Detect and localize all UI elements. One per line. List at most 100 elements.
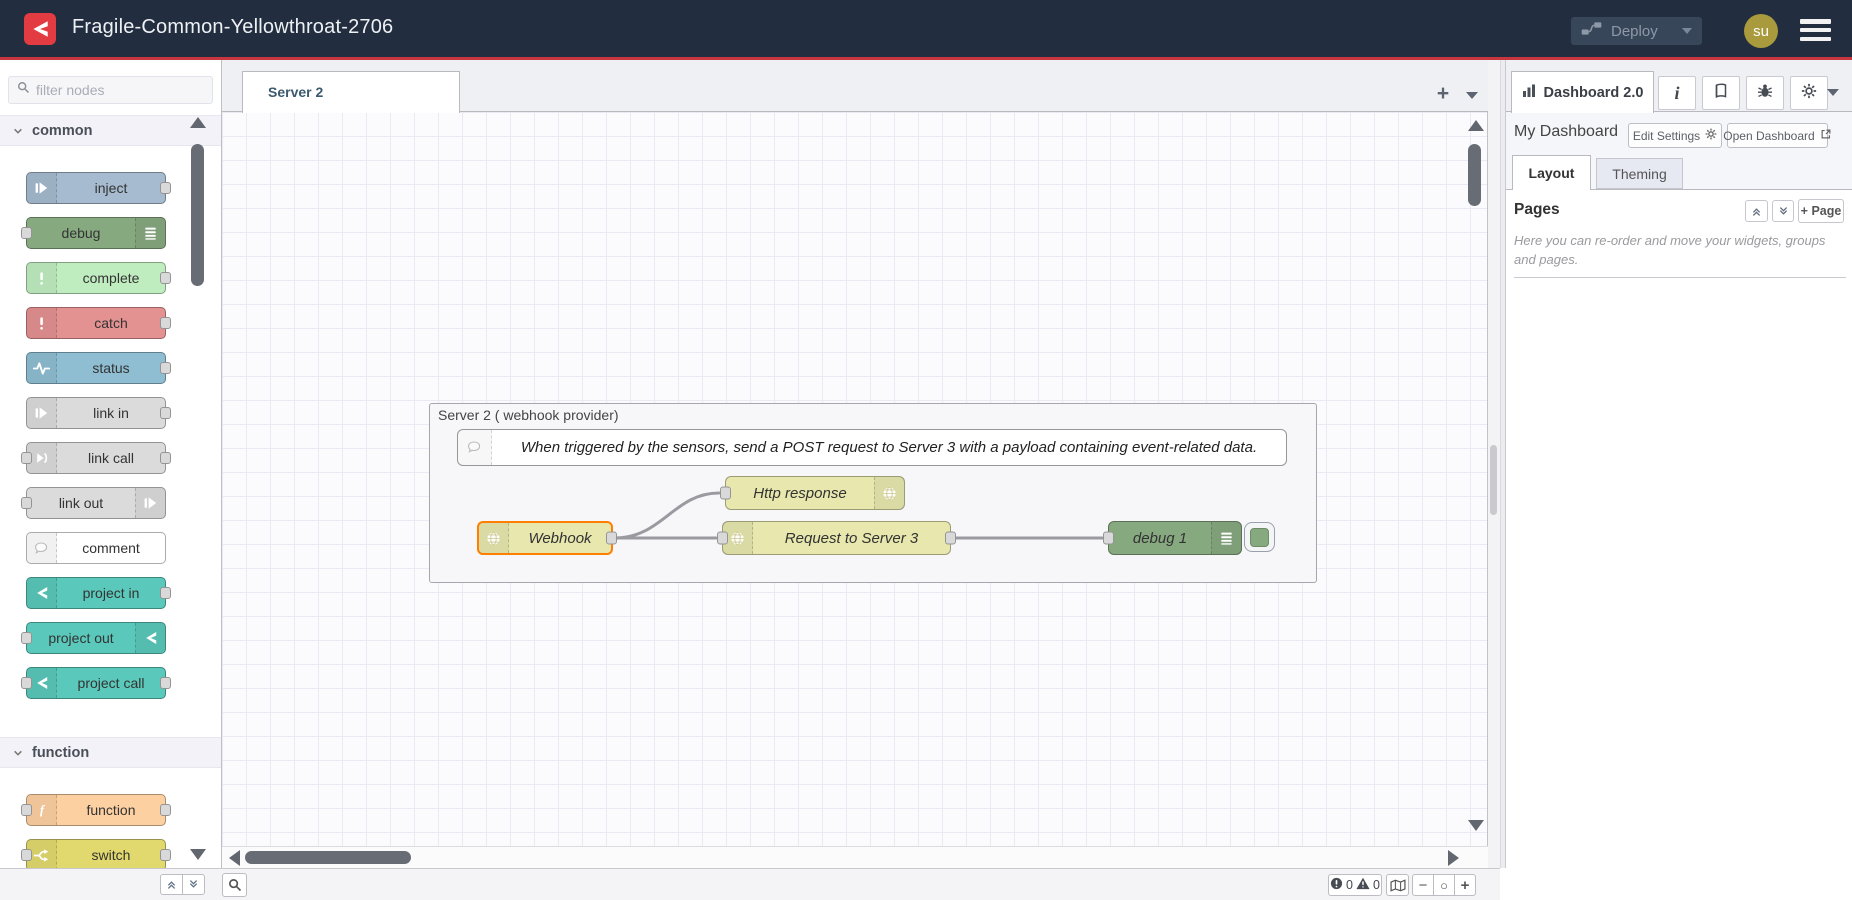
palette-node-label: link in (57, 398, 165, 428)
palette-node-label: link out (27, 488, 135, 518)
palette-node-project-out[interactable]: project out (26, 622, 166, 654)
palette-scroll-up-icon[interactable] (190, 117, 206, 128)
project-icon (135, 623, 165, 653)
palette-node-function[interactable]: ffunction (26, 794, 166, 826)
palette-node-project-in[interactable]: project in (26, 577, 166, 609)
sidebar-tab-info[interactable]: i (1658, 76, 1696, 110)
debug-enable-toggle[interactable] (1244, 522, 1275, 552)
move-page-down-button[interactable] (1772, 200, 1794, 222)
palette-node-status[interactable]: status (26, 352, 166, 384)
sidebar-tab-help[interactable] (1702, 76, 1740, 110)
sidebar-tab-config[interactable] (1790, 76, 1828, 110)
node-port (21, 804, 32, 816)
open-dashboard-button[interactable]: Open Dashboard (1727, 123, 1828, 148)
palette-node-link-in[interactable]: link in (26, 397, 166, 429)
tab-theming[interactable]: Theming (1596, 158, 1683, 189)
search-flows-button[interactable] (222, 873, 247, 897)
palette-node-switch[interactable]: switch (26, 839, 166, 868)
edit-settings-button[interactable]: Edit Settings (1628, 123, 1722, 148)
svg-text:f: f (39, 803, 45, 817)
palette-node-label: debug (27, 218, 135, 248)
globe-icon (479, 523, 509, 553)
sidebar-tab-debug[interactable] (1746, 76, 1784, 110)
node-port (160, 804, 171, 816)
add-page-button[interactable]: + Page (1798, 199, 1844, 223)
deploy-button[interactable]: Deploy (1571, 17, 1702, 45)
palette-node-link-out[interactable]: link out (26, 487, 166, 519)
canvas-scroll-right-icon[interactable] (1448, 850, 1459, 866)
sidebar-tabs-caret-icon[interactable] (1827, 89, 1839, 96)
navigator-map-button[interactable] (1386, 874, 1409, 896)
filter-nodes-input[interactable] (36, 82, 176, 98)
node-port (160, 182, 171, 194)
main-menu-button[interactable] (1800, 19, 1831, 41)
node-port (160, 317, 171, 329)
node-port (160, 452, 171, 464)
canvas-vscroll-thumb[interactable] (1468, 144, 1481, 206)
flow-tab-server-2[interactable]: Server 2 (242, 71, 460, 113)
palette-node-project-call[interactable]: project call (26, 667, 166, 699)
output-port[interactable] (945, 532, 956, 545)
gear-icon (1801, 83, 1817, 104)
comment-text: When triggered by the sensors, send a PO… (492, 430, 1286, 465)
error-icon (1330, 877, 1343, 893)
node-port (21, 677, 32, 689)
palette-category-common[interactable]: common (0, 115, 221, 146)
palette-node-comment[interactable]: comment (26, 532, 166, 564)
user-avatar[interactable]: su (1744, 14, 1778, 48)
node-port (21, 497, 32, 509)
canvas-scroll-up-icon[interactable] (1468, 120, 1484, 131)
expand-categories-button[interactable] (182, 874, 205, 895)
palette-node-catch[interactable]: catch (26, 307, 166, 339)
output-port[interactable] (606, 532, 617, 545)
list-icon (135, 218, 165, 248)
flow-node-webhook-selected[interactable]: Webhook (477, 521, 613, 555)
palette-scrollbar-thumb[interactable] (191, 144, 204, 286)
palette-node-complete[interactable]: complete (26, 262, 166, 294)
flow-canvas[interactable]: Server 2 ( webhook provider) When trigge… (222, 112, 1488, 846)
canvas-hscroll-thumb[interactable] (245, 851, 411, 864)
palette-node-label: switch (57, 840, 165, 868)
node-port (160, 587, 171, 599)
palette-scroll-down-icon[interactable] (190, 849, 206, 860)
palette-node-debug[interactable]: debug (26, 217, 166, 249)
add-flow-button[interactable]: + (1430, 82, 1456, 108)
editor-scrollbar-thumb[interactable] (1490, 445, 1497, 515)
search-icon (17, 81, 30, 99)
info-icon: i (1674, 83, 1679, 104)
zoom-in-button[interactable]: + (1454, 874, 1476, 896)
palette-node-inject[interactable]: inject (26, 172, 166, 204)
palette-filter[interactable] (8, 76, 213, 104)
sidebar-tab-dashboard[interactable]: Dashboard 2.0 (1511, 71, 1654, 113)
input-port[interactable] (1103, 532, 1114, 545)
deploy-label: Deploy (1611, 23, 1673, 40)
category-label: common (32, 123, 92, 139)
input-port[interactable] (717, 532, 728, 545)
flow-node-request-to-server-3[interactable]: Request to Server 3 (722, 521, 951, 555)
node-port (160, 849, 171, 861)
comment-node[interactable]: When triggered by the sensors, send a PO… (457, 429, 1287, 466)
external-link-icon (1820, 128, 1832, 143)
dashboard-title: My Dashboard (1514, 123, 1618, 141)
flow-list-caret-icon[interactable] (1466, 92, 1478, 99)
zoom-reset-button[interactable]: ○ (1433, 874, 1455, 896)
move-page-up-button[interactable] (1745, 200, 1768, 222)
flow-node-debug-1[interactable]: debug 1 (1108, 521, 1242, 555)
arrow-in-icon (27, 173, 57, 203)
input-port[interactable] (720, 487, 731, 500)
deploy-options-caret-icon[interactable] (1682, 28, 1692, 34)
header-bar: Fragile-Common-Yellowthroat-2706 Deploy … (0, 0, 1852, 57)
tab-layout[interactable]: Layout (1512, 155, 1591, 190)
collapse-categories-button[interactable] (160, 874, 183, 895)
arrow-in-icon (135, 488, 165, 518)
node-port (21, 452, 32, 464)
palette-node-list: inject debug complete catch status link in lin… (0, 146, 221, 737)
notification-counts[interactable]: 0 0 (1328, 874, 1382, 896)
zoom-out-button[interactable]: − (1412, 874, 1434, 896)
canvas-scroll-down-icon[interactable] (1468, 820, 1484, 831)
palette-category-function[interactable]: function (0, 737, 221, 768)
workspace-tabbar: Server 2 + (222, 60, 1488, 112)
canvas-scroll-left-icon[interactable] (229, 850, 240, 866)
palette-node-link-call[interactable]: link call (26, 442, 166, 474)
flow-node-http-response[interactable]: Http response (725, 476, 905, 510)
